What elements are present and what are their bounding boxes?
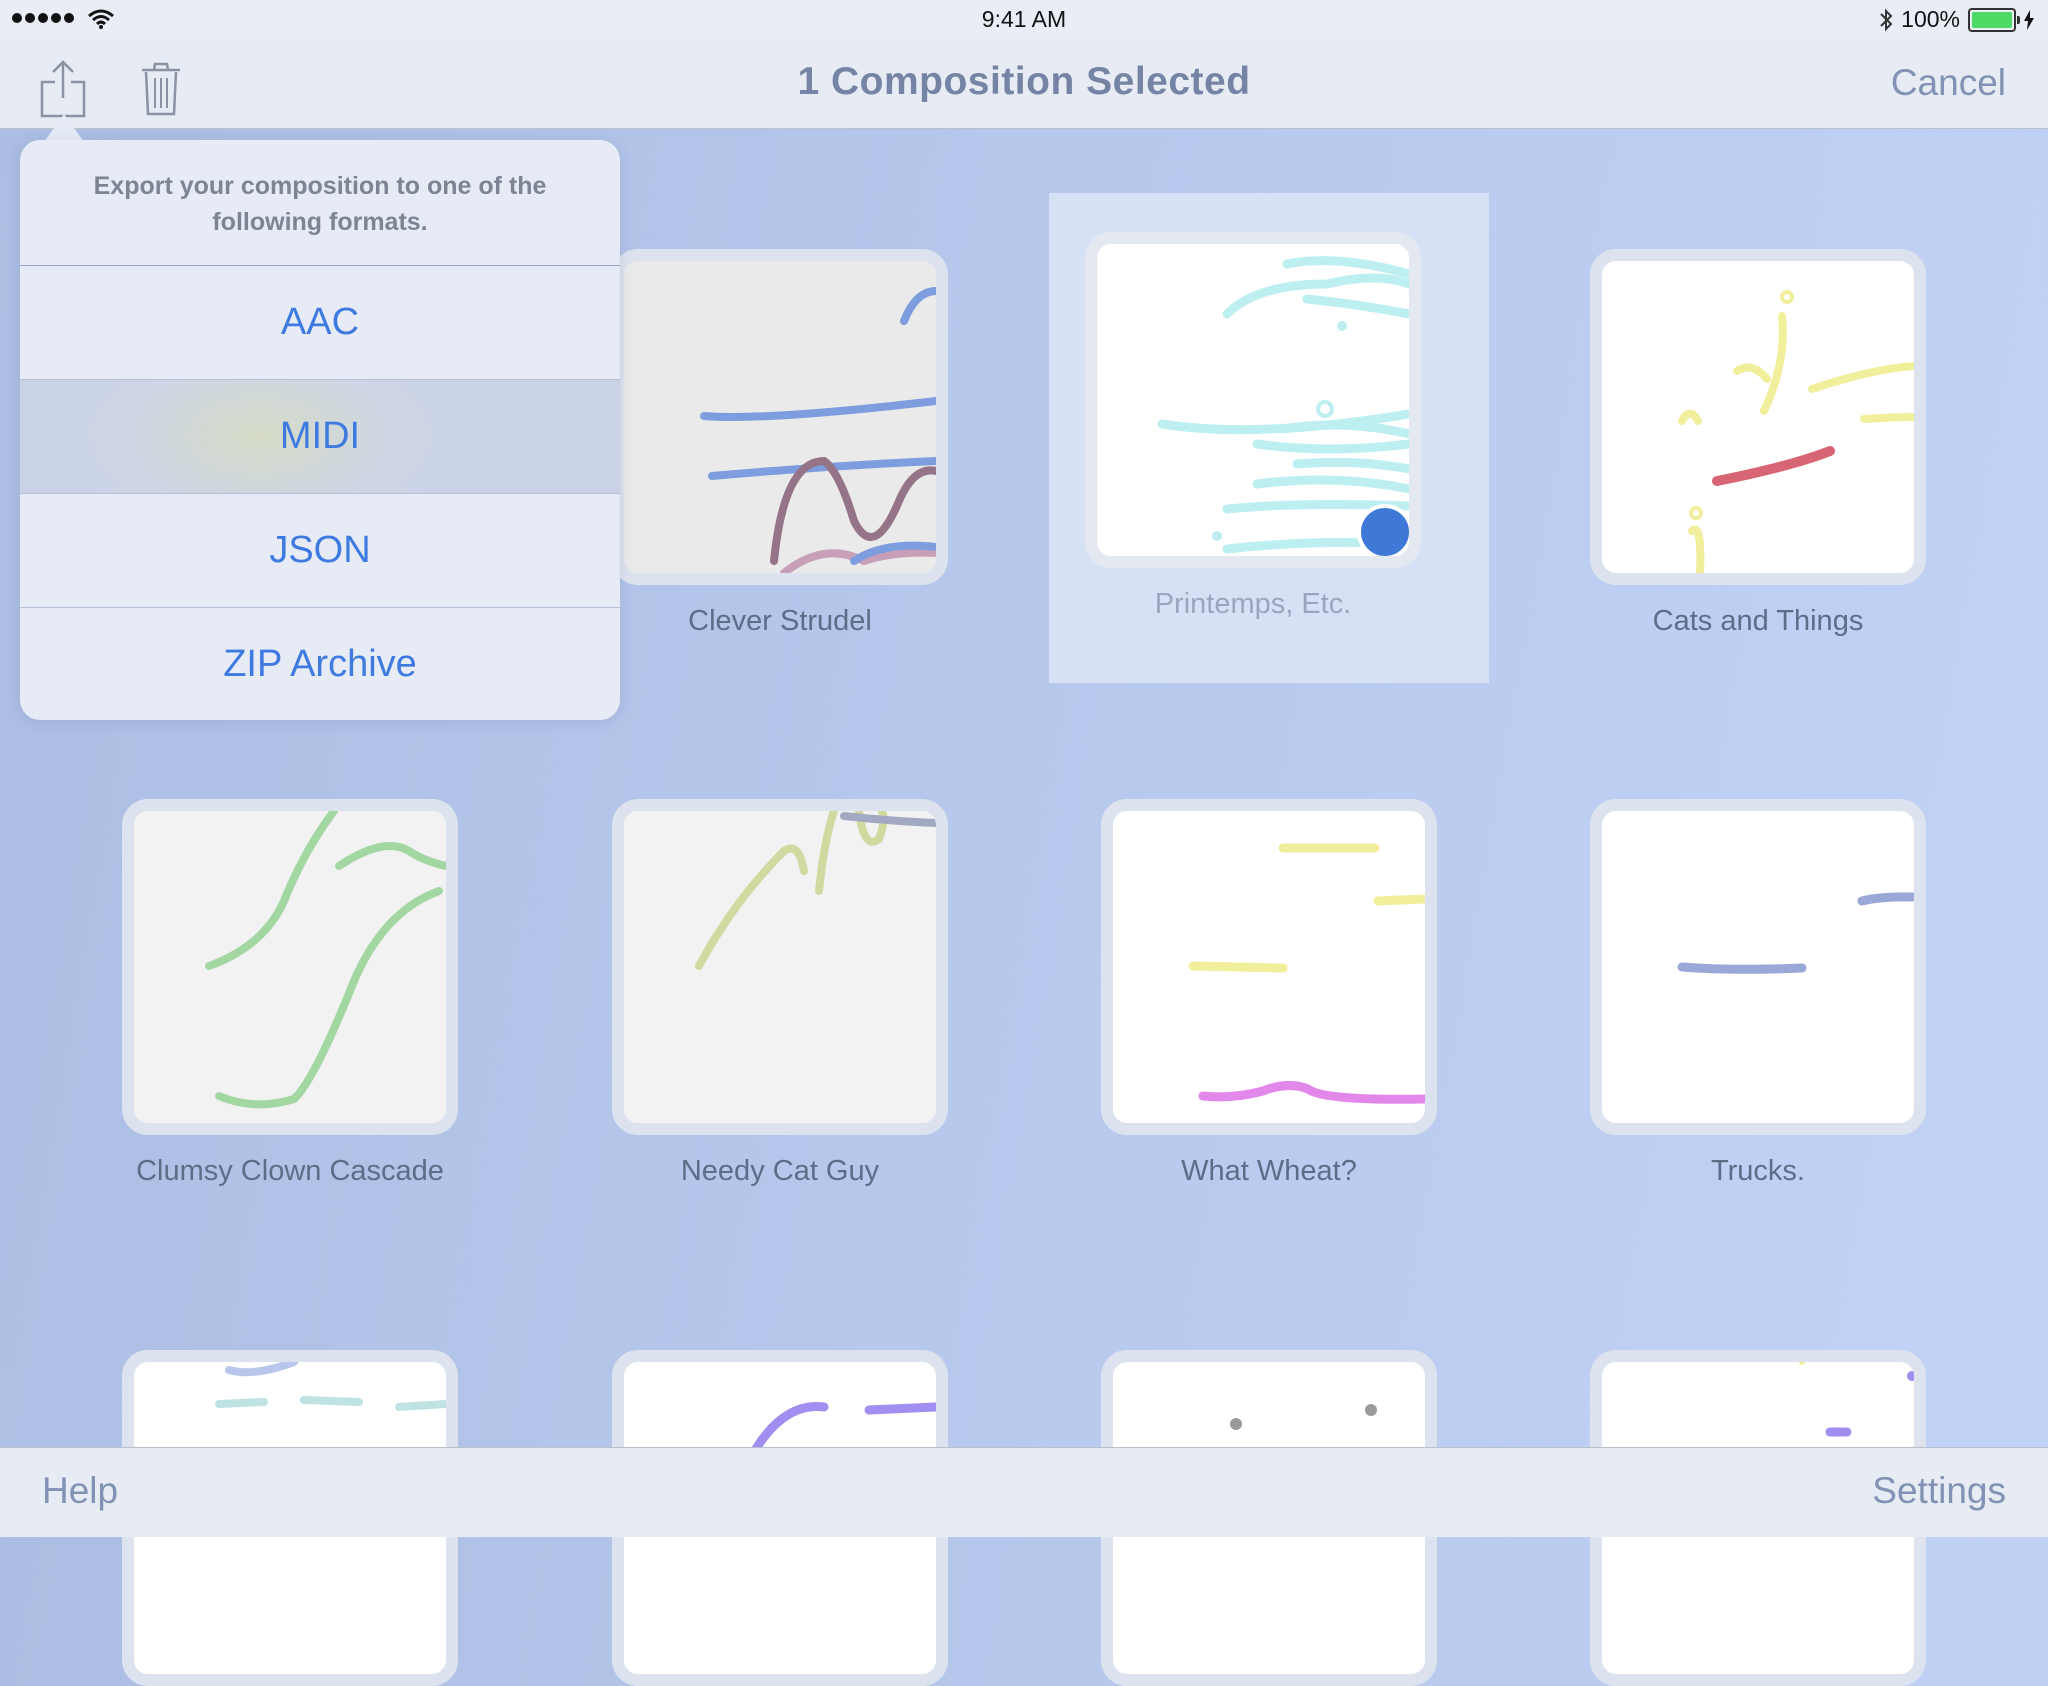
composition-thumbnail[interactable] [1101,799,1437,1135]
composition-tile[interactable]: Cats and Things [1590,249,1926,638]
composition-thumbnail[interactable] [1590,249,1926,585]
battery-percent: 100% [1901,6,1960,32]
thumbnail-drawing [1188,843,1425,1104]
composition-thumbnail[interactable] [1590,799,1926,1135]
thumbnail-drawing [624,261,936,573]
composition-tile[interactable]: Clumsy Clown Cascade [122,799,458,1188]
bottom-toolbar: Help Settings [0,1447,2048,1537]
composition-title: Clever Strudel [688,605,872,637]
export-option-midi[interactable]: MIDI [20,380,620,494]
composition-tile[interactable]: Needy Cat Guy [612,799,948,1188]
status-bar: 9:41 AM 100% [0,0,2048,40]
composition-title: Cats and Things [1652,605,1864,637]
checkmark-icon [1357,504,1409,556]
thumbnail-drawing [1678,290,1914,573]
composition-tile-selected[interactable]: Printemps, Etc. [1085,232,1421,621]
settings-button[interactable]: Settings [1872,1470,2006,1512]
charging-bolt-icon [2024,9,2034,30]
export-option-zip-archive[interactable]: ZIP Archive [20,608,620,720]
bluetooth-icon [1880,8,1893,31]
composition-thumbnail[interactable] [1085,232,1421,568]
popover-arrow [44,114,84,142]
composition-tile[interactable]: Trucks. [1590,799,1926,1188]
composition-title: Clumsy Clown Cascade [136,1155,444,1187]
composition-tile[interactable]: Clever Strudel [612,249,948,638]
composition-thumbnail[interactable] [122,799,458,1135]
thumbnail-drawing [1677,892,1914,974]
composition-thumbnail[interactable] [612,799,948,1135]
export-popover: Export your composition to one of the fo… [20,140,620,720]
navigation-bar: 1 Composition Selected Cancel [0,40,2048,129]
composition-title: Trucks. [1711,1155,1805,1187]
composition-title: Needy Cat Guy [680,1155,880,1187]
export-option-json[interactable]: JSON [20,494,620,608]
composition-title: Printemps, Etc. [1154,588,1352,620]
cancel-button[interactable]: Cancel [1891,62,2006,104]
composition-tile[interactable]: What Wheat? [1101,799,1437,1188]
status-time: 9:41 AM [981,6,1067,32]
page-title: 1 Composition Selected [797,60,1251,103]
thumbnail-drawing [134,811,446,1123]
export-option-aac[interactable]: AAC [20,266,620,380]
battery-icon [1968,7,2020,32]
popover-message: Export your composition to one of the fo… [20,140,620,266]
composition-thumbnail[interactable] [612,249,948,585]
help-button[interactable]: Help [42,1470,118,1512]
thumbnail-drawing [624,811,936,1123]
composition-title: What Wheat? [1181,1155,1357,1187]
